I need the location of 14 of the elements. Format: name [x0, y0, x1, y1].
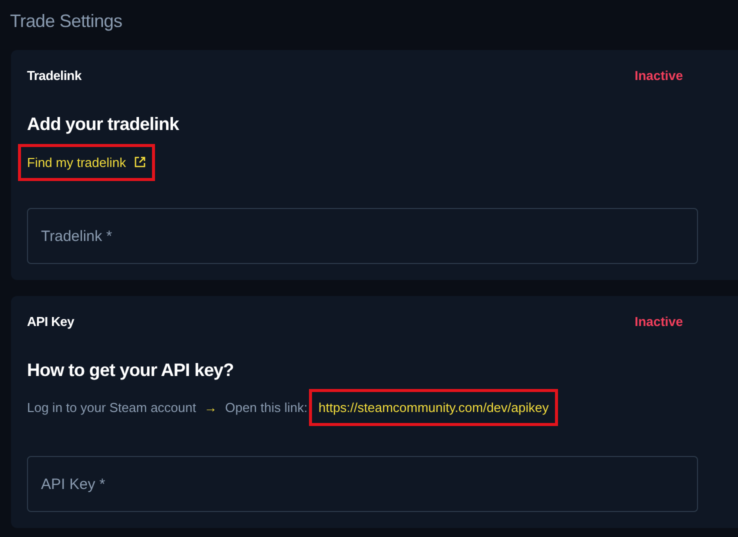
text-field[interactable]: API Key *	[27, 456, 698, 512]
link[interactable]: Find my tradelink	[27, 152, 146, 172]
card-heading: Add your tradelink	[27, 112, 180, 136]
status-text: Inactive	[634, 313, 683, 331]
page-title: Trade Settings	[9, 10, 124, 33]
text-field[interactable]: Tradelink *	[27, 208, 698, 264]
arrow-text: →	[204, 398, 218, 416]
instruction-text: Open this link:	[225, 398, 308, 417]
card-heading: How to get your API key?	[27, 358, 235, 382]
link[interactable]: https://steamcommunity.com/dev/apikey	[318, 398, 549, 417]
card-label: API Key	[27, 313, 74, 331]
instruction-text: Log in to your Steam account	[27, 398, 196, 417]
status-text: Inactive	[634, 67, 683, 85]
card-label: Tradelink	[27, 67, 82, 85]
